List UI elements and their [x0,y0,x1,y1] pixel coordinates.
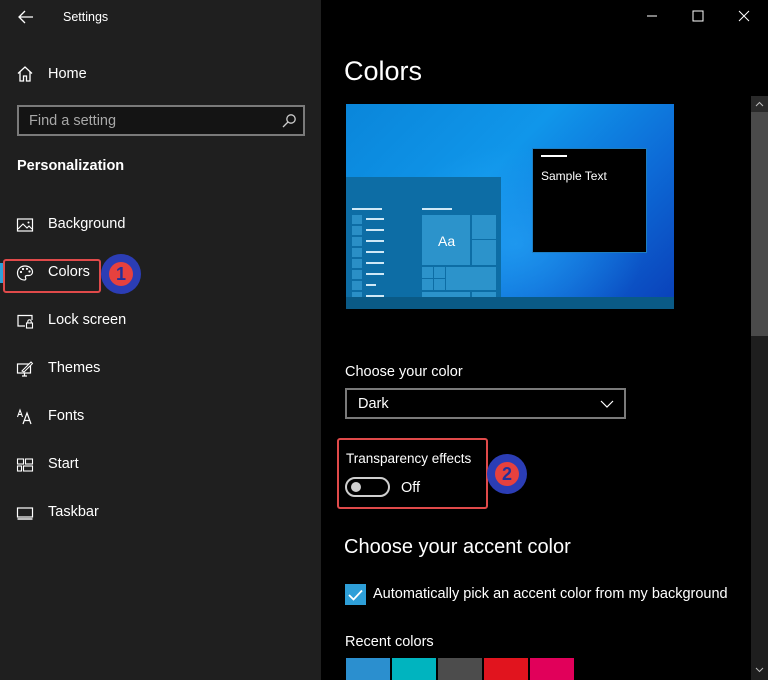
sidebar-item-taskbar[interactable]: Taskbar [0,493,321,533]
minimize-button[interactable] [629,0,675,32]
close-icon [738,10,750,22]
palette-icon [16,265,34,281]
preview-square [352,270,362,279]
chevron-up-icon [755,101,764,107]
search-box[interactable] [17,105,305,136]
preview-line [366,262,384,264]
accent-color-title: Choose your accent color [344,536,571,558]
preview-tile [472,240,496,265]
preview-square [352,248,362,257]
theme-preview: Aa Sample Text [346,104,674,309]
sidebar-item-lock-screen[interactable]: Lock screen [0,301,321,341]
preview-taskbar [346,297,674,309]
preview-line [366,273,384,275]
recent-color-swatch[interactable] [438,658,482,680]
transparency-label: Transparency effects [346,451,472,466]
step-2-badge: 2 [487,454,527,494]
preview-tile [422,279,433,290]
preview-square [352,259,362,268]
sidebar-item-themes[interactable]: Themes [0,349,321,389]
preview-tile [434,267,445,278]
recent-color-swatch[interactable] [530,658,574,680]
transparency-state: Off [401,480,421,496]
chevron-down-icon [600,400,614,408]
page-title: Colors [344,56,423,86]
sidebar-item-label: Colors [48,264,90,280]
sidebar-item-label: Start [48,456,79,472]
home-icon [17,66,33,82]
preview-line [422,208,452,210]
maximize-icon [692,10,704,22]
start-icon [16,458,34,472]
preview-square [352,237,362,246]
preview-tile [434,279,445,290]
preview-line [366,229,384,231]
sidebar-item-fonts[interactable]: Fonts [0,397,321,437]
step-1-badge: 1 [101,254,141,294]
sidebar-item-background[interactable]: Background [0,205,321,245]
preview-line [366,251,384,253]
scroll-down-button[interactable] [751,662,768,678]
sidebar: Settings Home Personalization Background… [0,0,321,680]
sidebar-item-colors[interactable]: Colors [0,253,321,293]
scrollbar-thumb[interactable] [751,112,768,336]
sidebar-item-label: Background [48,216,126,232]
sidebar-item-label: Lock screen [48,312,127,328]
search-icon[interactable] [281,113,297,129]
back-button[interactable] [14,6,38,28]
recent-color-swatch[interactable] [346,658,390,680]
search-input[interactable] [19,107,303,134]
recent-color-swatch[interactable] [392,658,436,680]
close-button[interactable] [721,0,767,32]
sidebar-item-label: Themes [48,360,101,376]
sample-text: Sample Text [541,169,607,183]
recent-color-swatch[interactable] [484,658,528,680]
choose-color-value: Dark [358,396,389,412]
chevron-down-icon [755,667,764,673]
preview-line [366,240,384,242]
minimize-icon [647,15,657,17]
sidebar-item-start[interactable]: Start [0,445,321,485]
preview-tile [422,267,433,278]
image-icon [16,218,34,232]
choose-color-label: Choose your color [345,364,463,380]
preview-tile [472,215,496,239]
preview-square [352,215,362,224]
fonts-icon [16,408,32,425]
preview-square [352,281,362,290]
lock-screen-icon [17,314,34,329]
home-nav-item[interactable]: Home [16,62,87,86]
choose-color-dropdown[interactable]: Dark [345,388,626,419]
app-title: Settings [63,10,109,24]
section-title: Personalization [17,158,125,174]
preview-start-menu: Aa [346,177,501,302]
preview-line [366,284,376,286]
transparency-toggle[interactable] [345,477,390,497]
sidebar-item-label: Fonts [48,408,85,424]
themes-icon [16,361,34,377]
back-arrow-icon [18,10,33,24]
preview-tile [446,267,496,290]
auto-accent-checkbox[interactable] [345,584,366,605]
home-label: Home [48,66,87,82]
preview-window-bar [541,155,567,157]
main-content [321,0,768,680]
preview-square [352,226,362,235]
preview-line [352,208,382,210]
recent-colors-label: Recent colors [345,634,434,650]
auto-accent-label[interactable]: Automatically pick an accent color from … [373,586,728,602]
maximize-button[interactable] [675,0,721,32]
preview-sample-window: Sample Text [532,148,647,253]
taskbar-icon [16,507,34,520]
toggle-knob [351,482,361,492]
scroll-up-button[interactable] [751,96,768,112]
preview-line [366,218,384,220]
sidebar-item-label: Taskbar [48,504,99,520]
checkmark-icon [348,589,363,601]
preview-tile-text: Aa [438,233,456,249]
